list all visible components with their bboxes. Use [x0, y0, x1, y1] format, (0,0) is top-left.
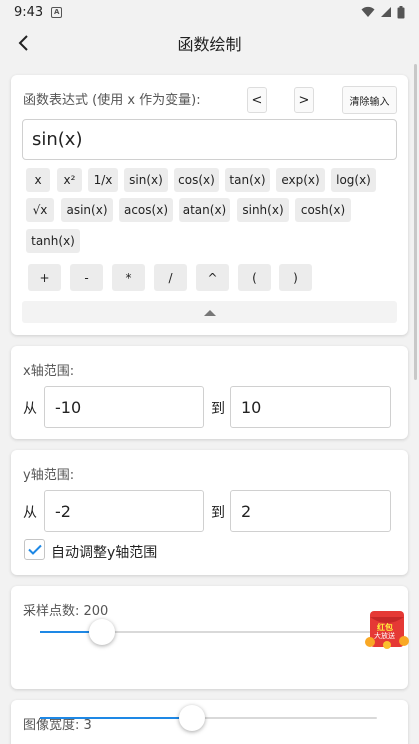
status-time: 9:43	[14, 4, 44, 20]
line-width-slider-thumb[interactable]	[179, 705, 205, 731]
x-min-input[interactable]: -10	[44, 386, 204, 428]
y-from-label: 从	[23, 505, 37, 521]
func-button-x-squared[interactable]: x²	[57, 168, 82, 192]
op-button-divide[interactable]: /	[154, 264, 187, 291]
back-arrow-icon	[18, 35, 28, 51]
op-button-close-paren[interactable]: )	[279, 264, 312, 291]
clear-input-button[interactable]: 清除输入	[342, 86, 397, 114]
promo-line2: 大放送	[374, 632, 395, 640]
x-range-label: x轴范围:	[23, 364, 75, 379]
wifi-icon	[361, 6, 375, 17]
samples-slider-thumb[interactable]	[89, 619, 115, 645]
notification-icon: A	[51, 6, 63, 18]
func-button-cos[interactable]: cos(x)	[174, 168, 219, 192]
func-button-sqrt[interactable]: √x	[26, 198, 54, 222]
back-button[interactable]	[10, 28, 36, 58]
x-range-card: x轴范围: 从 -10 到 10	[11, 346, 408, 439]
next-expression-button[interactable]: >	[294, 87, 314, 113]
y-range-label: y轴范围:	[23, 468, 75, 483]
collapse-arrow-icon	[203, 309, 216, 316]
battery-icon	[397, 5, 405, 18]
x-max-input[interactable]: 10	[230, 386, 391, 428]
func-button-x[interactable]: x	[26, 168, 50, 192]
func-button-tanh[interactable]: tanh(x)	[26, 229, 80, 253]
collapse-keypad-button[interactable]	[22, 301, 397, 323]
expression-label: 函数表达式 (使用 x 作为变量):	[23, 93, 201, 108]
y-max-input[interactable]: 2	[230, 490, 391, 532]
red-envelope-promo[interactable]: 红包 大放送	[364, 607, 410, 651]
func-button-asin[interactable]: asin(x)	[61, 198, 113, 222]
op-button-power[interactable]: ^	[196, 264, 229, 291]
y-to-label: 到	[211, 505, 225, 521]
func-button-atan[interactable]: atan(x)	[179, 198, 230, 222]
prev-expression-button[interactable]: <	[247, 87, 267, 113]
y-min-input[interactable]: -2	[44, 490, 204, 532]
checkmark-icon	[27, 544, 42, 555]
app-bar: 函数绘制	[0, 24, 419, 62]
status-icons	[361, 5, 405, 19]
func-button-acos[interactable]: acos(x)	[119, 198, 173, 222]
y-range-card: y轴范围: 从 -2 到 2 自动调整y轴范围	[11, 450, 408, 575]
scrollbar[interactable]	[414, 64, 417, 380]
x-from-label: 从	[23, 401, 37, 417]
expression-input[interactable]: sin(x)	[22, 119, 397, 160]
page-title: 函数绘制	[177, 35, 242, 54]
op-button-minus[interactable]: -	[70, 264, 103, 291]
x-to-label: 到	[211, 401, 225, 417]
func-button-cosh[interactable]: cosh(x)	[295, 198, 351, 222]
auto-y-range-checkbox[interactable]	[24, 539, 45, 560]
func-button-sinh[interactable]: sinh(x)	[237, 198, 289, 222]
line-width-slider-fill	[40, 717, 192, 719]
auto-y-range-label: 自动调整y轴范围	[51, 545, 158, 561]
line-width-slider-track[interactable]	[40, 717, 377, 719]
status-bar: 9:43 A	[0, 0, 419, 24]
func-button-tan[interactable]: tan(x)	[225, 168, 270, 192]
func-button-sin[interactable]: sin(x)	[124, 168, 168, 192]
expression-card: 函数表达式 (使用 x 作为变量): < > 清除输入 sin(x) x x² …	[11, 75, 408, 335]
line-width-card: 图像宽度: 3	[11, 700, 408, 744]
func-button-log[interactable]: log(x)	[331, 168, 376, 192]
func-button-reciprocal[interactable]: 1/x	[88, 168, 118, 192]
signal-icon	[381, 7, 391, 17]
op-button-multiply[interactable]: *	[112, 264, 145, 291]
func-button-exp[interactable]: exp(x)	[276, 168, 325, 192]
op-button-open-paren[interactable]: (	[238, 264, 271, 291]
samples-card: 采样点数: 200	[11, 586, 408, 689]
samples-label: 采样点数: 200	[23, 604, 109, 619]
op-button-plus[interactable]: +	[28, 264, 61, 291]
